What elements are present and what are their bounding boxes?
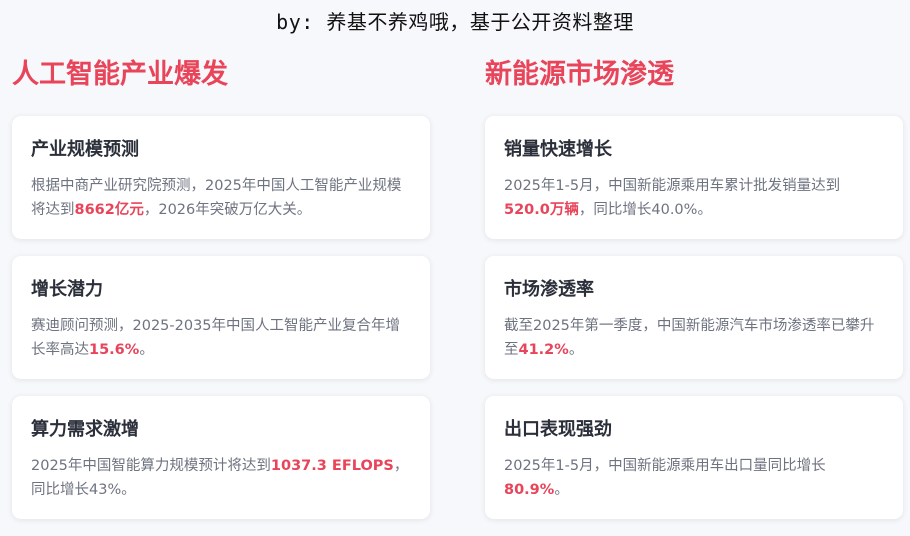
card-title: 增长潜力 xyxy=(31,279,103,300)
card-body: 2025年1-5月，中国新能源乘用车出口量同比增长 80.9%。 xyxy=(504,454,885,502)
card-title: 产业规模预测 xyxy=(31,139,139,160)
card-body-text: 2025年中国智能算力规模预计将达到 xyxy=(31,458,271,474)
card-body: 2025年中国智能算力规模预计将达到1037.3 EFLOPS，同比增长43%。 xyxy=(31,454,412,502)
byline: by: 养基不养鸡哦，基于公开资料整理 xyxy=(276,10,634,34)
card-body: 2025年1-5月，中国新能源乘用车累计批发销量达到 520.0万辆，同比增长40… xyxy=(504,174,885,222)
card-title: 算力需求激增 xyxy=(31,419,139,440)
highlight-value: 41.2% xyxy=(518,342,569,358)
card-body-text: ，2026年突破万亿大关。 xyxy=(143,202,312,218)
highlight-value: 1037.3 EFLOPS xyxy=(270,458,394,474)
card-industry-scale-forecast: 产业规模预测 根据中商产业研究院预测，2025年中国人工智能产业规模将达到866… xyxy=(12,116,430,239)
card-export-performance: 出口表现强劲 2025年1-5月，中国新能源乘用车出口量同比增长 80.9%。 xyxy=(485,396,903,519)
card-sales-growth: 销量快速增长 2025年1-5月，中国新能源乘用车累计批发销量达到 520.0万辆… xyxy=(485,116,903,239)
ai-industry-column: 人工智能产业爆发 产业规模预测 根据中商产业研究院预测，2025年中国人工智能产… xyxy=(12,52,430,536)
highlight-value: 520.0万辆 xyxy=(504,202,579,218)
card-body: 截至2025年第一季度，中国新能源汽车市场渗透率已攀升至41.2%。 xyxy=(504,314,885,362)
highlight-value: 15.6% xyxy=(89,342,140,358)
nev-market-title: 新能源市场渗透 xyxy=(485,59,674,90)
card-compute-demand: 算力需求激增 2025年中国智能算力规模预计将达到1037.3 EFLOPS，同… xyxy=(12,396,430,519)
card-body-text: 2025年1-5月，中国新能源乘用车出口量同比增长 xyxy=(504,458,826,474)
card-body-text: 。 xyxy=(568,342,584,358)
highlight-value: 80.9% xyxy=(504,482,555,498)
card-body: 根据中商产业研究院预测，2025年中国人工智能产业规模将达到8662亿元，202… xyxy=(31,174,412,222)
card-title: 出口表现强劲 xyxy=(504,419,612,440)
card-title: 销量快速增长 xyxy=(504,139,612,160)
card-body-text: 。 xyxy=(139,342,154,358)
nev-market-column: 新能源市场渗透 销量快速增长 2025年1-5月，中国新能源乘用车累计批发销量达… xyxy=(485,52,903,536)
card-penetration-rate: 市场渗透率 截至2025年第一季度，中国新能源汽车市场渗透率已攀升至41.2%。 xyxy=(485,256,903,379)
ai-industry-title: 人工智能产业爆发 xyxy=(12,59,228,90)
card-growth-potential: 增长潜力 赛迪顾问预测，2025-2035年中国人工智能产业复合年增长率高达15… xyxy=(12,256,430,379)
card-body-text: 2025年1-5月，中国新能源乘用车累计批发销量达到 xyxy=(504,178,841,194)
card-body-text: ，同比增长40.0%。 xyxy=(578,202,712,218)
card-title: 市场渗透率 xyxy=(504,279,594,300)
card-body-text: 赛迪顾问预测，2025-2035年中国人工智能产业复合年增长率高达 xyxy=(31,318,401,358)
card-body: 赛迪顾问预测，2025-2035年中国人工智能产业复合年增长率高达15.6%。 xyxy=(31,314,412,362)
highlight-value: 8662亿元 xyxy=(74,202,144,218)
card-body-text: 。 xyxy=(554,482,569,498)
